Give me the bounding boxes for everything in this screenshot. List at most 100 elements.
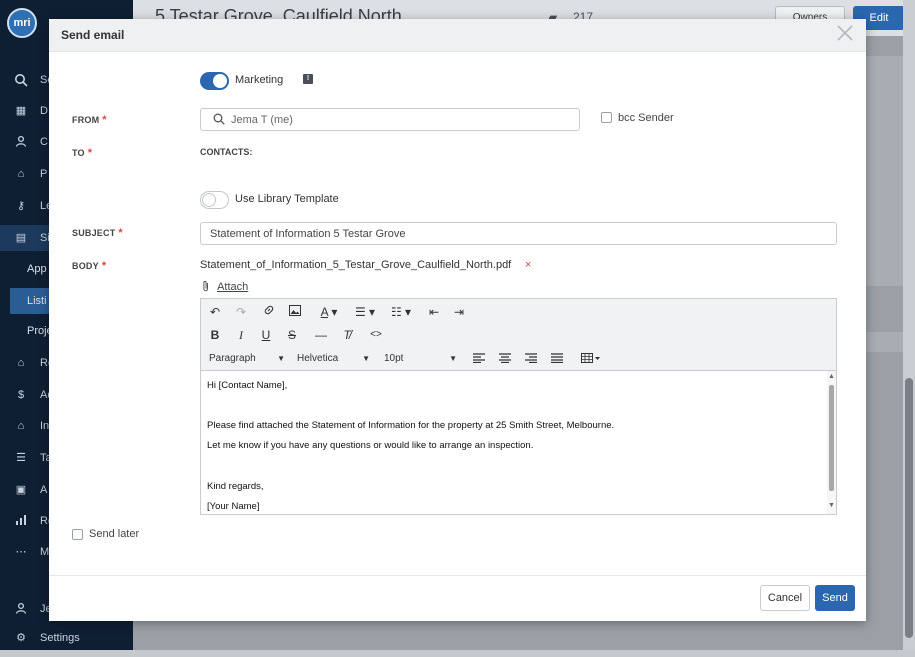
to-label: TO * <box>72 147 92 159</box>
gear-icon: ⚙ <box>16 632 26 644</box>
align-center-icon[interactable] <box>497 350 513 368</box>
editor-toolbar: ↶ ↷ A ▾ ☰ ▾ ☷ ▾ ⇤ ⇥ B I U S — T̸ <> Para… <box>201 299 836 371</box>
app-logo[interactable]: mri <box>7 8 37 38</box>
attach-link[interactable]: Attach <box>202 280 248 293</box>
search-icon <box>213 113 225 128</box>
paperclip-icon <box>202 280 213 293</box>
send-email-dialog: Send email Marketing ! FROM * Jema T (me)… <box>49 19 866 621</box>
library-template-toggle[interactable] <box>200 191 229 209</box>
from-label-text: FROM <box>72 115 100 125</box>
text-color-icon[interactable]: A ▾ <box>315 303 343 321</box>
image-icon[interactable] <box>287 303 303 321</box>
toggle-knob <box>213 74 227 88</box>
scroll-up-icon[interactable]: ▲ <box>827 373 836 380</box>
dollar-icon: $ <box>17 389 25 401</box>
list-icon: ☰ <box>16 452 26 464</box>
bcc-sender-checkbox[interactable] <box>601 112 612 123</box>
body-editor: ↶ ↷ A ▾ ☰ ▾ ☷ ▾ ⇤ ⇥ B I U S — T̸ <> Para… <box>200 298 837 515</box>
send-button[interactable]: Send <box>815 585 855 611</box>
close-icon[interactable] <box>834 23 856 45</box>
key-icon: ⚷ <box>16 200 26 212</box>
indent-icon[interactable]: ⇥ <box>451 303 467 321</box>
body-label-text: BODY <box>72 261 99 271</box>
search-icon <box>14 73 28 87</box>
strikethrough-icon[interactable]: S <box>284 326 300 344</box>
home-icon: ⌂ <box>17 168 25 180</box>
required-mark: * <box>87 147 93 159</box>
page-scrollbar[interactable] <box>903 0 915 657</box>
background-panel <box>863 56 903 286</box>
redo-icon[interactable]: ↷ <box>233 303 249 321</box>
subject-value: Statement of Information 5 Testar Grove <box>210 228 406 240</box>
scrollbar-thumb[interactable] <box>905 378 913 638</box>
undo-icon[interactable]: ↶ <box>207 303 223 321</box>
outdent-icon[interactable]: ⇤ <box>426 303 442 321</box>
subject-label: SUBJECT * <box>72 227 123 239</box>
body-line: Kind regards, <box>207 481 264 492</box>
send-later-checkbox[interactable] <box>72 529 83 540</box>
underline-icon[interactable]: U <box>258 326 274 344</box>
font-family-value: Helvetica <box>297 353 339 364</box>
font-size-value: 10pt <box>384 353 404 364</box>
marketing-label: Marketing <box>235 74 284 86</box>
font-family-select[interactable]: Helvetica ▼ <box>297 350 370 368</box>
sign-icon: ▤ <box>15 232 27 244</box>
chevron-down-icon: ▼ <box>362 354 370 363</box>
chevron-down-icon: ▼ <box>449 354 457 363</box>
scroll-down-icon[interactable]: ▼ <box>827 502 836 509</box>
required-mark: * <box>101 260 107 272</box>
more-icon: ⋯ <box>15 546 27 558</box>
background-panel <box>863 332 903 352</box>
clear-format-icon[interactable]: T̸ <box>339 326 355 344</box>
link-icon[interactable] <box>261 303 277 321</box>
footer-divider <box>49 575 866 576</box>
horizontal-rule-icon[interactable]: — <box>313 326 329 344</box>
source-code-icon[interactable]: <> <box>368 326 384 344</box>
remove-attachment-button[interactable]: × <box>525 259 531 271</box>
body-line: [Your Name] <box>207 501 260 512</box>
scrollbar-thumb[interactable] <box>829 385 834 491</box>
required-mark: * <box>102 114 107 126</box>
contacts-label: CONTACTS: <box>200 147 253 157</box>
body-line: Hi [Contact Name], <box>207 380 288 391</box>
marketing-toggle[interactable] <box>200 72 229 90</box>
send-later-label: Send later <box>89 528 140 540</box>
editor-content[interactable]: Hi [Contact Name], Please find attached … <box>201 371 827 514</box>
bold-icon[interactable]: B <box>207 326 223 344</box>
align-justify-icon[interactable] <box>549 350 565 368</box>
body-label: BODY * <box>72 260 106 272</box>
required-mark: * <box>118 227 123 239</box>
bar-chart-icon <box>14 514 28 528</box>
person-icon <box>14 602 28 616</box>
dialog-header: Send email <box>49 19 866 52</box>
attach-label: Attach <box>217 281 249 293</box>
table-icon[interactable] <box>579 350 603 368</box>
align-right-icon[interactable] <box>523 350 539 368</box>
block-format-select[interactable]: Paragraph ▼ <box>209 350 285 368</box>
italic-icon[interactable]: I <box>233 326 249 344</box>
chevron-down-icon: ▼ <box>277 354 285 363</box>
grid-icon: ▦ <box>15 105 27 117</box>
calendar-icon: ▣ <box>15 484 27 496</box>
user-icon <box>14 135 28 149</box>
subject-field[interactable]: Statement of Information 5 Testar Grove <box>200 222 837 245</box>
from-label: FROM * <box>72 114 107 126</box>
bottom-strip <box>0 650 915 657</box>
numbered-list-icon[interactable]: ☷ ▾ <box>387 303 415 321</box>
font-size-select[interactable]: 10pt ▼ <box>384 350 457 368</box>
subject-label-text: SUBJECT <box>72 228 116 238</box>
align-left-icon[interactable] <box>471 350 487 368</box>
from-field[interactable]: Jema T (me) <box>200 108 580 131</box>
dialog-title: Send email <box>61 28 125 42</box>
flag-icon[interactable]: ! <box>303 74 313 84</box>
building-icon: ⌂ <box>17 420 25 432</box>
bullet-list-icon[interactable]: ☰ ▾ <box>351 303 379 321</box>
bcc-sender-label: bcc Sender <box>618 112 674 124</box>
to-label-text: TO <box>72 148 85 158</box>
from-value: Jema T (me) <box>231 114 293 126</box>
attachment-filename[interactable]: Statement_of_Information_5_Testar_Grove_… <box>200 259 511 271</box>
block-format-value: Paragraph <box>209 353 256 364</box>
sidebar-item-settings[interactable]: ⚙ Settings <box>0 625 133 651</box>
editor-scrollbar[interactable]: ▲ ▼ <box>827 371 836 514</box>
cancel-button[interactable]: Cancel <box>760 585 810 611</box>
